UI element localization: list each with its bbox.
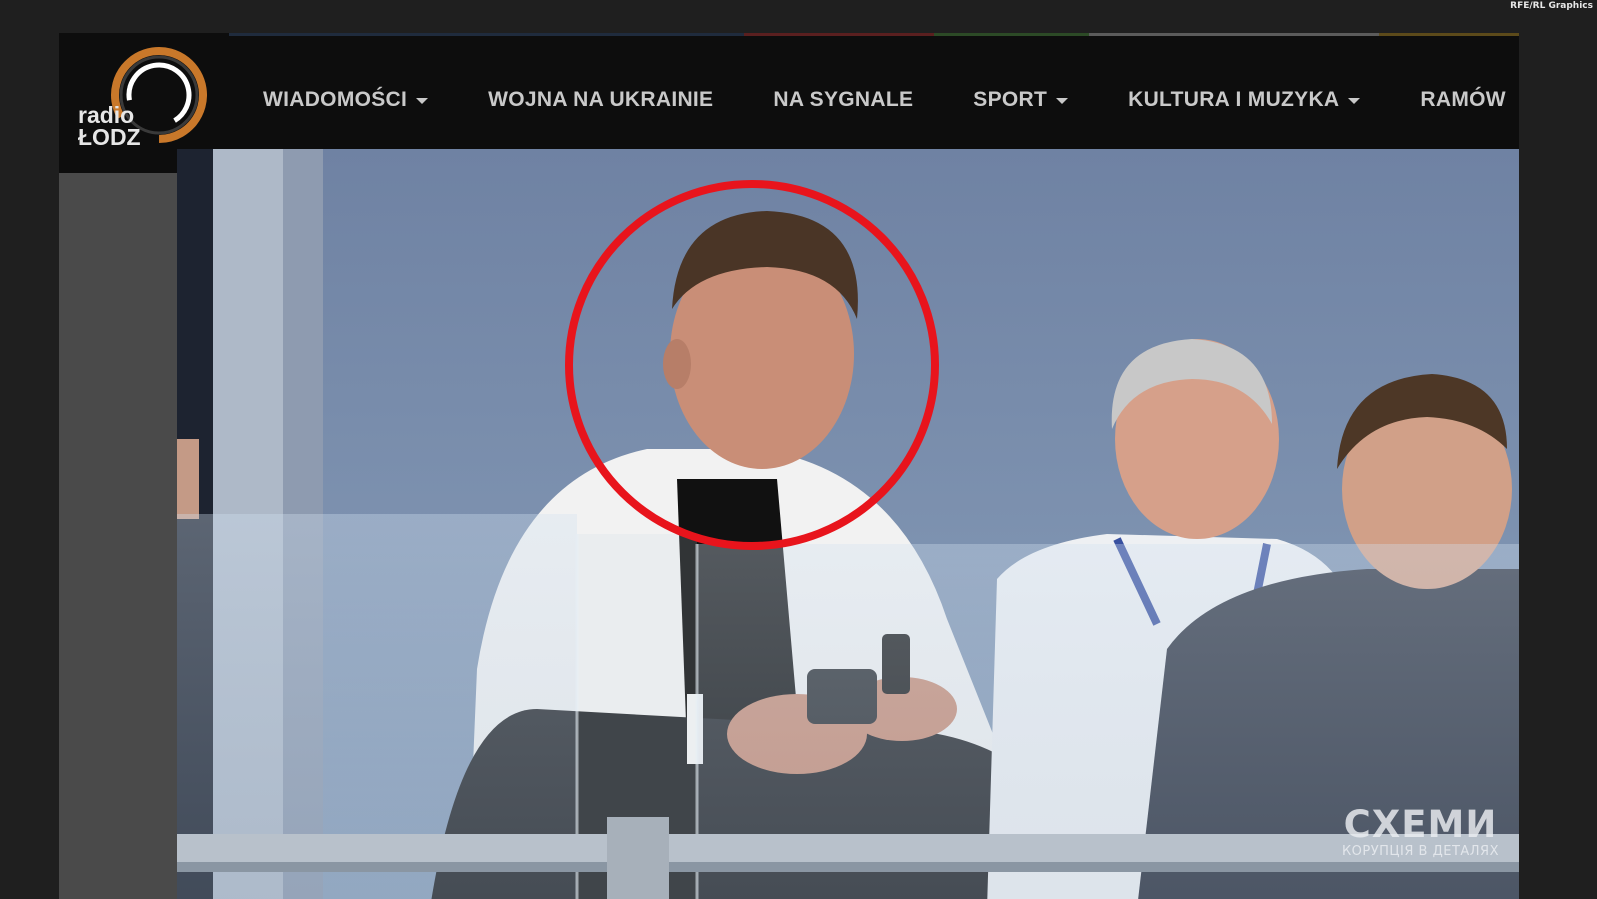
main-menu: WIADOMOŚCI WOJNA NA UKRAINIE NA SYGNALE … [263, 88, 1506, 112]
nav-item-sport[interactable]: SPORT [973, 88, 1069, 112]
logo-wordmark: radio ŁODZ [78, 102, 141, 150]
stadium-stand-photo: СХЕМИ КОРУПЦІЯ В ДЕТАЛЯХ [177, 149, 1519, 899]
site-navbar: radio ŁODZ WIADOMOŚCI WOJNA NA UKRAINIE … [59, 36, 1519, 149]
chevron-down-icon [416, 98, 429, 104]
chevron-down-icon [1056, 98, 1069, 104]
schemy-watermark: СХЕМИ КОРУПЦІЯ В ДЕТАЛЯХ [1341, 803, 1499, 860]
image-credit: RFE/RL Graphics [1510, 1, 1593, 11]
nav-item-na-sygnale[interactable]: NA SYGNALE [773, 88, 913, 112]
nav-item-wiadomosci[interactable]: WIADOMOŚCI [263, 88, 429, 112]
radio-lodz-logo[interactable]: radio ŁODZ [67, 42, 207, 152]
website-screenshot: radio ŁODZ WIADOMOŚCI WOJNA NA UKRAINIE … [59, 33, 1519, 899]
photo-illustration [177, 149, 1519, 899]
nav-item-ramowka[interactable]: RAMÓW [1420, 88, 1505, 112]
nav-item-wojna-na-ukrainie[interactable]: WOJNA NA UKRAINIE [488, 88, 713, 112]
sidebar-placeholder [59, 173, 177, 899]
nav-item-kultura-i-muzyka[interactable]: KULTURA I MUZYKA [1128, 88, 1361, 112]
chevron-down-icon [1348, 98, 1361, 104]
